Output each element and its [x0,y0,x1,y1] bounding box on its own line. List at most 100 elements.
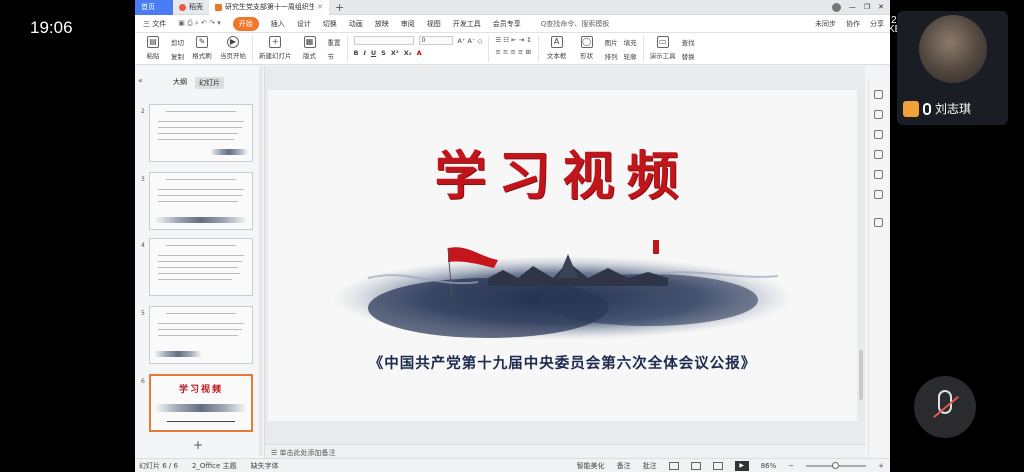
tab-slides[interactable]: 幻灯片 [195,77,224,89]
collab-button[interactable]: 协作 [846,19,860,29]
brush-icon: ✎ [196,36,208,48]
slide-thumbnail-4[interactable] [149,238,253,296]
new-slide-button[interactable]: + 新建幻灯片 [259,36,292,60]
copy-button[interactable]: 复制 [171,51,184,61]
missing-font-button[interactable]: 缺失字体 [251,461,279,471]
tab-outline[interactable]: 大纲 [173,77,187,89]
menu-design[interactable]: 设计 [297,19,311,29]
command-search[interactable]: Q查找命令、搜索模板 [541,19,610,29]
tool-icon[interactable] [874,190,883,199]
tool-icon[interactable] [874,110,883,119]
slide-title[interactable]: 学习视频 [268,134,857,209]
slide-number: 2 [141,108,145,115]
find-button[interactable]: 查找 [682,37,695,47]
underline-icon[interactable]: U [371,49,376,57]
superscript-icon[interactable]: X² [391,49,399,57]
menu-insert[interactable]: 插入 [271,19,285,29]
normal-view-icon[interactable] [668,461,679,470]
slide-6[interactable]: 学习视频 《中国共产党第十九届中央委员会第六次全体会议公报》 [268,90,857,421]
picture-button[interactable]: 图片 [605,37,618,47]
sync-status[interactable]: 未同步 [815,19,836,29]
menu-right: 未同步 协作 分享 [815,19,890,29]
bold-icon[interactable]: B [354,49,359,57]
format-painter-button[interactable]: ✎ 格式刷 [190,36,214,60]
restore-icon[interactable]: ❐ [864,3,870,11]
menu-slideshow[interactable]: 放映 [375,19,389,29]
tool-icon[interactable] [874,150,883,159]
menu-developer[interactable]: 开发工具 [453,19,481,29]
collapse-panel-icon[interactable]: « [138,76,143,85]
mute-button[interactable] [914,376,976,438]
outline-button[interactable]: 轮廓 [624,51,637,61]
video-call-tile[interactable]: 刘志琪 [897,11,1008,125]
shape-button[interactable]: ◯ 形状 [575,36,599,60]
layout-button[interactable]: ▦ 版式 [298,36,322,60]
menu-animation[interactable]: 动画 [349,19,363,29]
font-family-select[interactable] [353,36,414,45]
minimize-icon[interactable]: — [849,3,856,11]
notes-toggle[interactable]: 备注 [617,461,631,471]
tool-icon[interactable] [874,90,883,99]
canvas-scrollbar[interactable] [858,88,864,448]
clipboard-group: 剪切 复制 [171,36,184,61]
bullets-icon[interactable]: ☰ ☷ ⇤ ⇥ ↕ [495,36,531,44]
tool-icon[interactable] [874,170,883,179]
add-slide-icon[interactable]: + [193,438,203,452]
font-grow-icon[interactable]: A⁺ A⁻ ◇ [458,37,483,45]
file-menu[interactable]: 三 文件 [143,19,166,29]
share-button[interactable]: 分享 [870,19,884,29]
font-size-select[interactable]: 0 [418,36,453,45]
slide-thumbnail-2[interactable] [149,104,253,162]
paste-button[interactable]: ▤ 粘贴 [141,36,165,60]
status-bar: 幻灯片 6 / 6 2_Office 主题 缺失字体 智能美化 备注 批注 ▶ … [135,458,890,472]
close-icon[interactable]: ✕ [317,3,323,11]
arrange-button[interactable]: 排列 [605,51,618,61]
menu-home[interactable]: 开始 [232,16,259,31]
slide-subtitle[interactable]: 《中国共产党第十九届中央委员会第六次全体会议公报》 [268,352,857,373]
notes-area[interactable]: ☰ 单击此处添加备注 [265,444,865,458]
tool-icon[interactable] [874,130,883,139]
zoom-in-icon[interactable]: + [878,462,884,470]
red-seal [653,240,659,254]
italic-icon[interactable]: I [363,49,365,57]
close-window-icon[interactable]: ✕ [878,3,884,11]
replace-button[interactable]: 替换 [682,51,695,61]
slide-thumbnail-5[interactable] [149,306,253,364]
section-button[interactable]: 节 [328,51,341,61]
textbox-button[interactable]: A 文本框 [545,36,569,60]
scroll-thumb[interactable] [859,350,863,400]
tab-daoke[interactable]: 稻壳 [173,0,209,15]
font-color-icon[interactable]: A [417,49,422,57]
align-icons[interactable]: ≡ ≡ ≡ ≡ ⊞ [495,48,531,56]
menu-review[interactable]: 审阅 [401,19,415,29]
play-slideshow-icon[interactable]: ▶ [734,460,749,471]
theme-name: 2_Office 主题 [191,461,237,470]
zoom-out-icon[interactable]: − [788,462,794,470]
fill-button[interactable]: 填充 [624,37,637,47]
participant-label: 刘志琪 [903,100,971,117]
new-tab-icon[interactable]: + [335,1,344,14]
tool-icon[interactable] [874,218,883,227]
comments-toggle[interactable]: 批注 [643,461,657,471]
beautify-button[interactable]: 智能美化 [577,461,605,471]
reset-button[interactable]: 重置 [328,37,341,47]
reading-view-icon[interactable] [712,461,723,470]
menu-view[interactable]: 视图 [427,19,441,29]
play-current-button[interactable]: ▶ 当页开始 [220,36,246,60]
cut-button[interactable]: 剪切 [171,37,184,47]
menu-member[interactable]: 会员专享 [493,19,521,29]
sorter-view-icon[interactable] [690,461,701,470]
participant-avatar [919,15,987,83]
panel-scrollbar[interactable] [259,66,263,456]
present-tools-button[interactable]: ▭ 演示工具 [650,36,676,60]
tab-home[interactable]: 首页 [135,0,173,15]
slide-thumbnail-6[interactable]: 学习视频 [149,374,253,432]
tab-document[interactable]: 研究生党支部第十一周组织生活 ✕ [209,0,329,15]
slide-thumbnail-3[interactable] [149,172,253,230]
zoom-slider[interactable] [806,461,867,469]
menu-transition[interactable]: 切换 [323,19,337,29]
subscript-icon[interactable]: X₂ [404,49,412,57]
avatar[interactable] [831,2,841,12]
strike-icon[interactable]: S [381,49,386,57]
panel-tabs: 大纲 幻灯片 [173,77,224,89]
